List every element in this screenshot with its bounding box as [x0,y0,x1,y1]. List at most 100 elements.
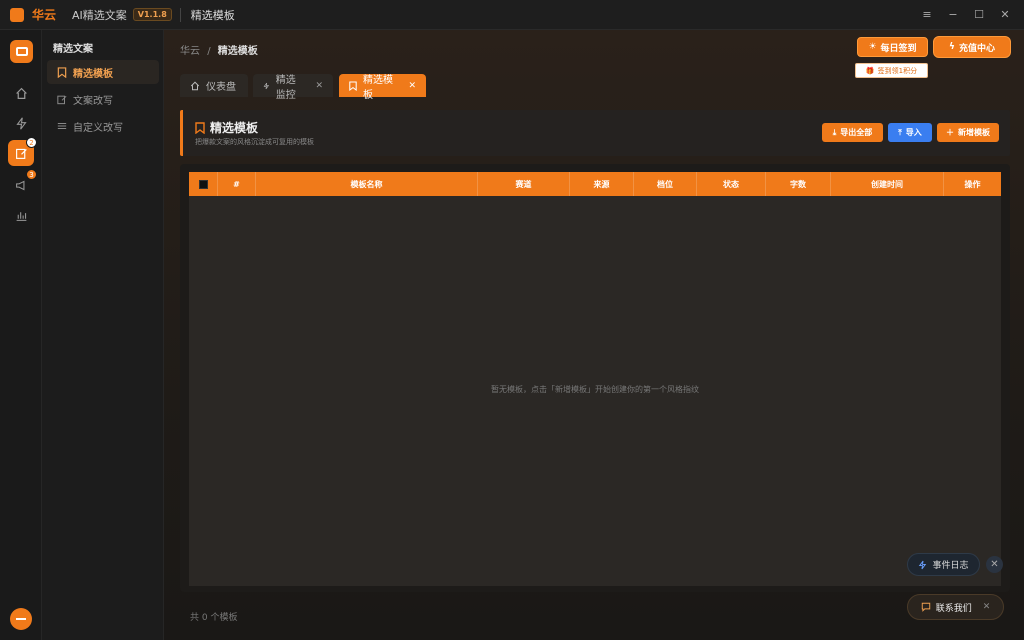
event-log-close-button[interactable]: ✕ [986,556,1003,573]
secondary-sidebar: 精选文案 精选模板 文案改写 自定义改写 [42,30,164,640]
breadcrumb-current: 精选模板 [217,46,258,57]
bolt-icon: ϟ [949,42,955,52]
brand-name: 华云 [32,8,57,22]
recharge-button[interactable]: ϟ 充值中心 [933,36,1011,58]
sun-icon: ☀ [868,42,877,52]
sidebar-item-label: 文案改写 [73,95,113,107]
column-header[interactable]: 来源 [570,172,634,196]
event-log-label: 事件日志 [932,561,969,571]
bookmark-icon [56,66,68,78]
rail-stats-button[interactable] [8,202,34,228]
sliders-icon [56,121,68,131]
import-button[interactable]: ⤒ 导入 [888,123,932,142]
column-header[interactable]: 创建时间 [831,172,944,196]
tab-label: 精选监控 [275,74,296,101]
select-all-cell[interactable] [189,172,218,196]
upload-icon: ⤒ [898,127,902,137]
minus-icon [16,618,26,620]
maximize-button[interactable]: ☐ [966,0,992,30]
window-page-name: 精选模板 [190,8,235,22]
template-table-card: # 模板名称 赛道 来源 档位 状态 字数 创建时间 操作 暂无模板，点击「新增… [180,164,1010,592]
column-header[interactable]: 档位 [634,172,697,196]
sidebar-item-label: 自定义改写 [73,122,123,134]
new-template-button[interactable]: ＋ 新增模板 [937,123,999,142]
daily-checkin-label: 每日签到 [880,43,917,54]
edit-icon [15,148,27,159]
empty-state-text: 暂无模板，点击「新增模板」开始创建你的第一个风格指纹 [491,385,699,394]
download-icon: ⤓ [832,127,837,137]
contact-us-label: 联系我们 [935,603,972,614]
page-header-card: 精选模板 把爆款文案的风格沉淀成可复用的模板 [180,110,1010,156]
window-controls: ≡ − ☐ ✕ [914,0,1018,30]
column-header: 操作 [964,179,981,189]
bar-chart-icon [16,211,26,221]
column-header[interactable]: # [218,172,256,196]
contact-us-button[interactable]: 联系我们 ✕ [907,594,1004,620]
select-all-checkbox[interactable] [198,179,208,189]
event-log-button[interactable]: 事件日志 [907,553,980,576]
export-all-label: 导出全部 [840,128,873,137]
megaphone-icon [15,180,24,190]
breadcrumb: 华云 / 精选模板 [180,42,258,57]
close-window-button[interactable]: ✕ [992,0,1018,30]
new-template-label: 新增模板 [958,128,990,137]
version-badge: V1.1.8 [132,8,172,21]
bolt-icon [15,116,27,130]
tab-dashboard[interactable]: 仪表盘 [180,74,248,97]
rail-logo-icon [10,40,33,63]
column-header[interactable]: 字数 [766,172,831,196]
edit-badge: 2 [26,137,37,148]
table-header: # 模板名称 赛道 来源 档位 状态 字数 创建时间 操作 [189,172,1001,196]
column-header[interactable]: 赛道 [478,172,570,196]
sidebar-item-label: 精选模板 [73,68,113,80]
edit-icon [56,94,68,105]
column-header[interactable]: 模板名称 [256,172,478,196]
breadcrumb-root[interactable]: 华云 [180,46,200,57]
checkin-tooltip-text: 签到领1积分 [877,66,918,75]
tab-label: 仪表盘 [206,82,236,93]
breadcrumb-separator: / [207,46,211,57]
tab-close-icon[interactable]: ✕ [315,81,323,91]
bookmark-icon [349,80,357,91]
template-count: 共 0 个模板 [190,613,238,623]
sidebar-item-custom-rewrite[interactable]: 自定义改写 [47,114,159,138]
import-label: 导入 [905,128,922,137]
sidebar-item-templates[interactable]: 精选模板 [47,60,159,84]
sidebar-item-rewrite[interactable]: 文案改写 [47,87,159,111]
notice-badge: 3 [26,169,37,180]
checkin-tooltip: 🎁 签到领1积分 [855,63,928,78]
page-subtitle: 把爆款文案的风格沉淀成可复用的模板 [195,138,314,146]
bolt-icon [919,560,927,569]
page-title: 精选模板 [195,119,258,136]
menu-icon[interactable]: ≡ [914,0,940,30]
export-all-button[interactable]: ⤓ 导出全部 [822,123,883,142]
tab-label: 精选模板 [362,74,393,101]
rail-notice-button[interactable]: 3 [8,169,37,198]
minimize-button[interactable]: − [940,0,966,30]
main-content: 华云 / 精选模板 ☀ 每日签到 ϟ 充值中心 🎁 签到领1积分 仪表盘 精选监… [164,30,1024,640]
title-bar: 华云 AI精选文案 V1.1.8 精选模板 ≡ − ☐ ✕ [0,0,1024,30]
plus-icon: ＋ [946,128,954,137]
home-icon [190,81,200,90]
collapse-button[interactable] [10,608,32,630]
bolt-icon [263,82,270,89]
rail-home-button[interactable] [8,80,34,106]
tab-monitor[interactable]: 精选监控 ✕ [253,74,333,101]
title-divider [179,7,181,22]
sidebar-section-title: 精选文案 [53,44,93,55]
app-logo-icon [10,7,24,22]
tab-templates[interactable]: 精选模板 ✕ [339,74,426,101]
icon-rail: 2 3 [0,30,42,640]
bookmark-icon [195,121,205,134]
tab-close-icon[interactable]: ✕ [408,81,416,91]
page-title-text: 精选模板 [210,121,259,135]
table-body: 暂无模板，点击「新增模板」开始创建你的第一个风格指纹 [189,196,1001,586]
close-icon[interactable]: ✕ [983,602,991,612]
rail-monitor-button[interactable] [8,110,34,136]
column-header[interactable]: 状态 [697,172,766,196]
rail-copywriting-button[interactable]: 2 [8,137,37,166]
daily-checkin-button[interactable]: ☀ 每日签到 [857,37,928,57]
home-icon [15,87,27,99]
app-name: AI精选文案 [72,8,127,22]
recharge-label: 充值中心 [958,43,995,54]
